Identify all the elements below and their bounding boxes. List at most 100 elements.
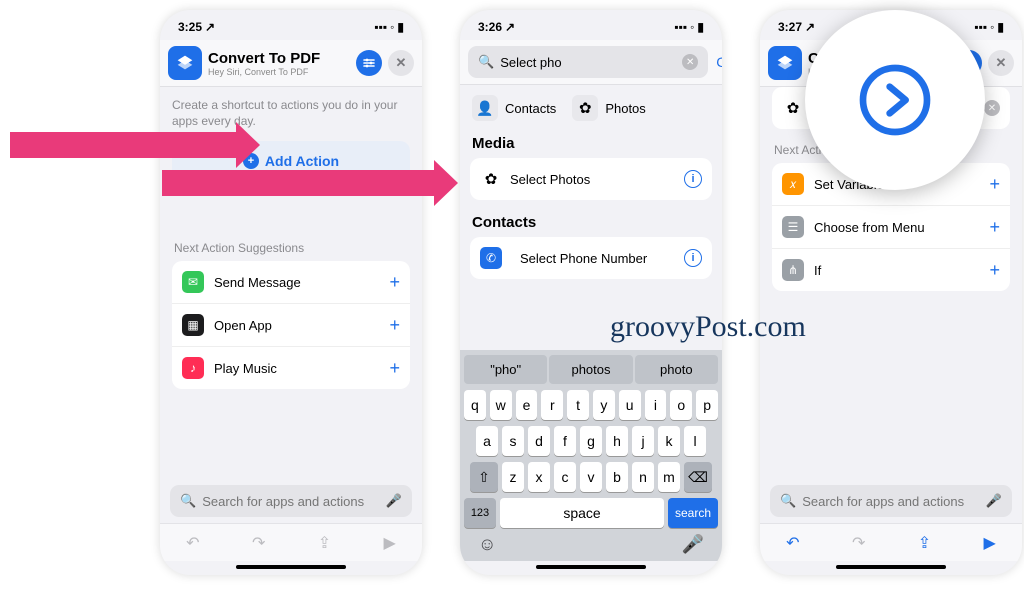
share-button[interactable]: ⇪ [918,533,931,553]
keyboard-bottom: ☺ 🎤 [464,534,718,555]
add-icon[interactable]: + [989,260,1000,281]
add-icon[interactable]: + [389,358,400,379]
key-g[interactable]: g [580,426,602,456]
key-b[interactable]: b [606,462,628,492]
key-t[interactable]: t [567,390,589,420]
battery-icon: ▮ [397,20,404,34]
key-v[interactable]: v [580,462,602,492]
redo-button[interactable]: ↷ [852,533,865,553]
suggestion-open-app[interactable]: ▦ Open App + [172,304,410,347]
add-icon[interactable]: + [389,315,400,336]
key-e[interactable]: e [516,390,538,420]
undo-button[interactable]: ↶ [186,533,199,553]
add-icon[interactable]: + [989,217,1000,238]
signal-icon: ▪▪▪ [374,20,387,34]
clear-icon[interactable]: ✕ [682,54,698,70]
annotation-arrow-2 [162,170,436,196]
category-photos[interactable]: ✿ Photos [572,95,645,121]
info-icon[interactable]: i [684,170,702,188]
key-q[interactable]: q [464,390,486,420]
dictate-button[interactable]: 🎤 [682,534,704,555]
key-c[interactable]: c [554,462,576,492]
remove-action-icon[interactable]: ✕ [984,100,1000,116]
kb-sugg-2[interactable]: photos [549,355,632,384]
key-f[interactable]: f [554,426,576,456]
key-s[interactable]: s [502,426,524,456]
key-n[interactable]: n [632,462,654,492]
key-i[interactable]: i [645,390,667,420]
media-results: ✿ Select Photos i [470,158,712,200]
shortcut-subtitle: Hey Siri, Convert To PDF [208,67,350,77]
key-x[interactable]: x [528,462,550,492]
mic-icon[interactable]: 🎤 [386,493,402,509]
play-button[interactable]: ▶ [383,533,395,553]
play-button[interactable]: ▶ [983,533,995,553]
category-contacts[interactable]: 👤 Contacts [472,95,556,121]
phone-icon: ✆ [480,247,502,269]
contacts-results: ✆ Select Phone Number i [470,237,712,279]
action-search[interactable]: 🔍 🎤 [770,485,1012,517]
search-icon: 🔍 [478,54,494,70]
keyboard[interactable]: "pho" photos photo qwertyuiop asdfghjkl … [460,350,722,561]
share-button[interactable]: ⇪ [318,533,331,553]
info-icon[interactable]: i [684,249,702,267]
suggestion-play-music[interactable]: ♪ Play Music + [172,347,410,389]
key-y[interactable]: y [593,390,615,420]
chevron-right-icon [855,60,935,140]
key-r[interactable]: r [541,390,563,420]
key-z[interactable]: z [502,462,524,492]
status-bar: 3:26↗ ▪▪▪◦▮ [460,10,722,40]
key-space[interactable]: space [500,498,664,528]
action-search-input[interactable] [202,494,380,509]
phone-2: 3:26↗ ▪▪▪◦▮ 🔍 ✕ Cancel 👤 Contacts ✿ Phot… [460,10,722,575]
status-time: 3:25 [178,20,202,34]
redo-button[interactable]: ↷ [252,533,265,553]
action-search[interactable]: 🔍 ✕ [468,46,708,78]
location-icon: ↗ [805,20,815,34]
key-shift[interactable]: ⇧ [470,462,498,492]
key-search[interactable]: search [668,498,718,528]
key-l[interactable]: l [684,426,706,456]
close-button[interactable]: ✕ [988,50,1014,76]
cancel-button[interactable]: Cancel [716,54,722,70]
key-w[interactable]: w [490,390,512,420]
key-123[interactable]: 123 [464,498,496,528]
battery-icon: ▮ [697,20,704,34]
key-h[interactable]: h [606,426,628,456]
action-search-input[interactable] [500,55,676,70]
action-search[interactable]: 🔍 🎤 [170,485,412,517]
result-select-phone[interactable]: ✆ Select Phone Number i [470,237,712,279]
key-p[interactable]: p [696,390,718,420]
key-a[interactable]: a [476,426,498,456]
suggestion-label: Send Message [214,275,301,290]
key-u[interactable]: u [619,390,641,420]
add-icon[interactable]: + [389,272,400,293]
key-d[interactable]: d [528,426,550,456]
kb-sugg-1[interactable]: "pho" [464,355,547,384]
key-o[interactable]: o [670,390,692,420]
undo-button[interactable]: ↶ [786,533,799,553]
suggestion-send-message[interactable]: ✉ Send Message + [172,261,410,304]
suggestion-label: Play Music [214,361,277,376]
emoji-button[interactable]: ☺ [478,534,496,555]
add-icon[interactable]: + [989,174,1000,195]
suggestion-if[interactable]: ⋔ If + [772,249,1010,291]
key-k[interactable]: k [658,426,680,456]
search-icon: 🔍 [180,493,196,509]
location-icon: ↗ [505,20,515,34]
key-m[interactable]: m [658,462,680,492]
result-select-photos[interactable]: ✿ Select Photos i [470,158,712,200]
category-label: Photos [605,101,645,116]
key-j[interactable]: j [632,426,654,456]
shortcut-settings-button[interactable] [356,50,382,76]
action-search-input[interactable] [802,494,980,509]
status-indicators: ▪▪▪ ◦ ▮ [374,20,404,34]
apps-icon: ▦ [182,314,204,336]
kb-sugg-3[interactable]: photo [635,355,718,384]
key-backspace[interactable]: ⌫ [684,462,712,492]
suggestion-choose-menu[interactable]: ☰ Choose from Menu + [772,206,1010,249]
mic-icon[interactable]: 🎤 [986,493,1002,509]
status-time: 3:26 [478,20,502,34]
signal-icon: ▪▪▪ [674,20,687,34]
close-button[interactable]: ✕ [388,50,414,76]
